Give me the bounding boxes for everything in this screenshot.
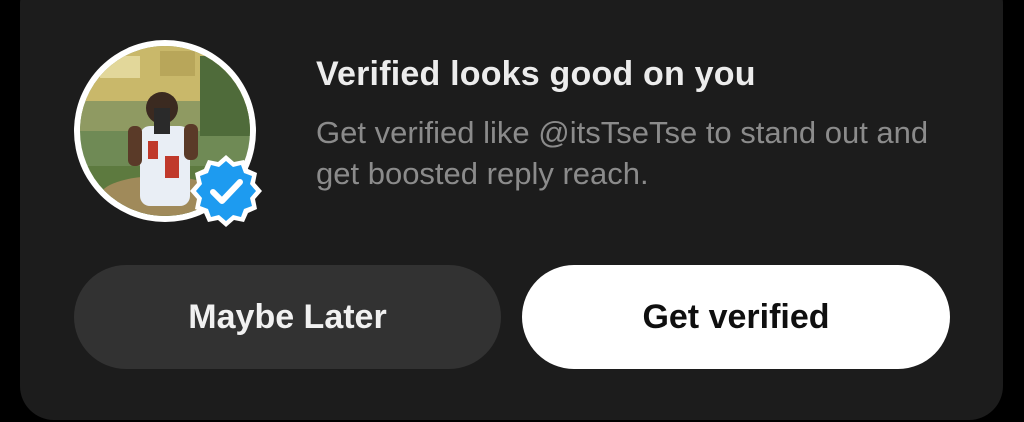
get-verified-button[interactable]: Get verified: [522, 265, 950, 369]
maybe-later-label: Maybe Later: [188, 297, 387, 336]
prompt-subtitle: Get verified like @itsTseTse to stand ou…: [316, 115, 929, 191]
get-verified-label: Get verified: [642, 297, 830, 336]
verified-badge-icon: [188, 153, 264, 229]
maybe-later-button[interactable]: Maybe Later: [74, 265, 501, 369]
prompt-title: Verified looks good on you: [316, 55, 756, 93]
